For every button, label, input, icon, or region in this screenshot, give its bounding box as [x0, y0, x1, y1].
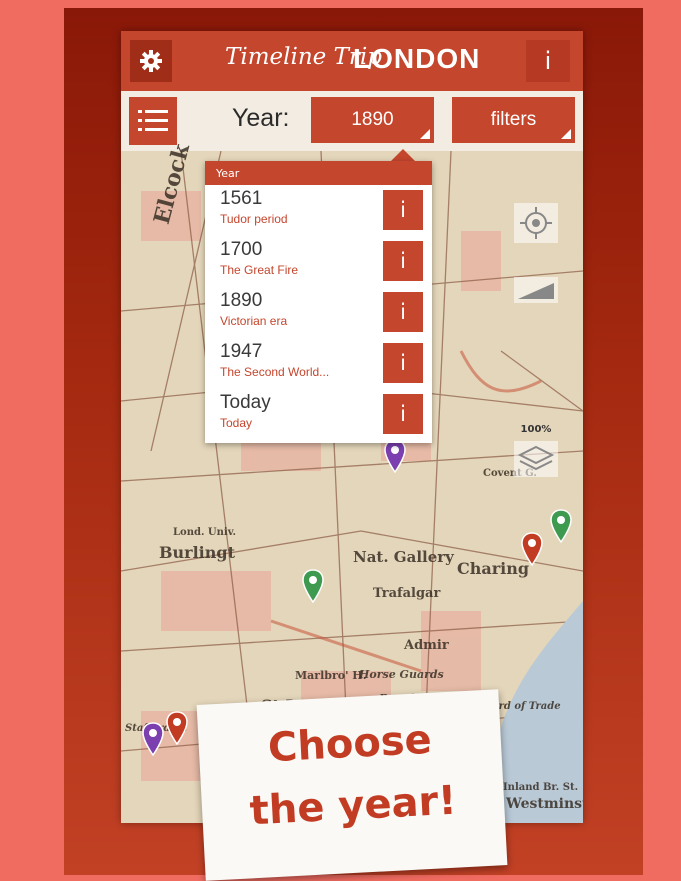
year-option[interactable]: 1890 Victorian era i — [205, 287, 432, 337]
map-label: Horse Guards — [359, 668, 444, 681]
filters-label: filters — [490, 109, 537, 130]
map-pin-icon[interactable] — [142, 722, 164, 756]
year-value: 1890 — [220, 290, 263, 311]
opacity-ramp-icon — [518, 283, 554, 299]
year-popup: Year 1561 Tudor period i 1700 The Great … — [205, 161, 432, 443]
year-info-button[interactable]: i — [383, 394, 423, 434]
map-label: Lond. Univ. — [173, 527, 237, 538]
year-value: 1947 — [220, 341, 263, 362]
year-option[interactable]: 1700 The Great Fire i — [205, 236, 432, 286]
promo-caption: Choose the year! — [196, 689, 508, 881]
zoom-level: 100% — [520, 424, 552, 435]
year-info-button[interactable]: i — [383, 343, 423, 383]
year-value: Today — [220, 392, 271, 413]
app-info-button[interactable]: i — [526, 40, 570, 82]
map-pin-icon[interactable] — [166, 711, 188, 745]
year-description: Tudor period — [220, 212, 288, 226]
year-description: Victorian era — [220, 314, 288, 328]
map-pin-icon[interactable] — [384, 439, 406, 473]
year-info-button[interactable]: i — [383, 241, 423, 281]
popup-header: Year — [205, 161, 432, 185]
layers-icon — [517, 445, 555, 471]
year-info-button[interactable]: i — [383, 292, 423, 332]
year-description: The Great Fire — [220, 263, 299, 277]
selected-year: 1890 — [351, 109, 394, 130]
year-option[interactable]: Today Today i — [205, 389, 432, 439]
year-description: The Second World... — [220, 365, 330, 379]
map-pin-icon[interactable] — [521, 532, 543, 566]
filters-select[interactable]: filters — [452, 97, 575, 143]
gear-icon — [140, 50, 162, 72]
map-pin-icon[interactable] — [550, 509, 572, 543]
dropdown-corner-icon — [420, 129, 430, 139]
map-label: Trafalgar — [373, 586, 441, 601]
year-toolbar: Year: 1890 filters — [121, 91, 583, 151]
dropdown-corner-icon — [561, 129, 571, 139]
map-label: Charing — [457, 559, 530, 578]
map-pin-icon[interactable] — [302, 569, 324, 603]
caption-line-2: the year! — [248, 777, 458, 835]
year-select[interactable]: 1890 — [311, 97, 434, 143]
locate-button[interactable] — [514, 203, 558, 243]
year-option[interactable]: 1561 Tudor period i — [205, 185, 432, 235]
map-label: Westminst — [506, 796, 583, 812]
popup-pointer — [391, 149, 415, 161]
year-option[interactable]: 1947 The Second World... i — [205, 338, 432, 388]
list-button[interactable] — [129, 97, 177, 145]
map-label: Nat. Gallery — [353, 548, 454, 566]
settings-button[interactable] — [130, 40, 172, 82]
year-label: Year: — [232, 104, 290, 132]
year-value: 1700 — [220, 239, 263, 260]
map-label: Admir — [404, 638, 449, 653]
app-header: Timeline Trip LONDON i — [121, 31, 583, 91]
year-value: 1561 — [220, 188, 263, 209]
year-description: Today — [220, 416, 253, 430]
list-icon — [138, 110, 168, 131]
map-label: Burlingt — [159, 543, 235, 562]
caption-line-1: Choose — [266, 716, 433, 772]
map-label: Inland Br. St. — [503, 782, 579, 793]
city-title: LONDON — [353, 43, 481, 74]
layers-button[interactable] — [514, 441, 558, 477]
map-label: Marlbro' H. — [295, 669, 367, 682]
year-info-button[interactable]: i — [383, 190, 423, 230]
opacity-slider[interactable] — [514, 277, 558, 303]
crosshair-icon — [520, 207, 552, 239]
